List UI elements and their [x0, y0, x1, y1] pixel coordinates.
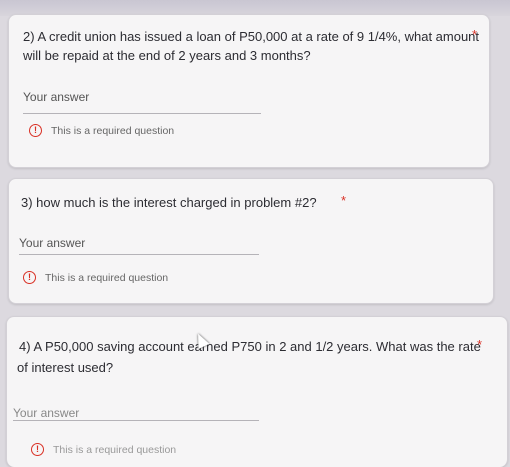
- error-icon: !: [29, 124, 42, 137]
- answer-input-underline: [19, 254, 259, 255]
- answer-input-4[interactable]: Your answer: [13, 406, 79, 420]
- error-message-4: ! This is a required question: [31, 443, 176, 456]
- question-4-text-line1: 4) A P50,000 saving account earned P750 …: [19, 339, 481, 354]
- question-3-text: 3) how much is the interest charged in p…: [21, 195, 317, 210]
- question-card-4: 4) A P50,000 saving account earned P750 …: [6, 316, 508, 467]
- error-icon: !: [31, 443, 44, 456]
- answer-input-underline: [23, 113, 261, 114]
- question-card-2: 2) A credit union has issued a loan of P…: [8, 14, 490, 168]
- error-text: This is a required question: [51, 124, 175, 137]
- error-text: This is a required question: [45, 271, 169, 284]
- required-asterisk: *: [341, 193, 347, 208]
- answer-input-underline: [13, 420, 259, 421]
- required-asterisk: *: [477, 337, 483, 352]
- required-asterisk: *: [472, 27, 478, 42]
- question-4-text-line2: of interest used?: [17, 360, 114, 375]
- error-message-3: ! This is a required question: [23, 271, 168, 284]
- answer-input-2[interactable]: Your answer: [23, 90, 89, 104]
- question-2-text-line2: will be repaid at the end of 2 years and…: [23, 48, 311, 63]
- answer-input-3[interactable]: Your answer: [19, 236, 85, 250]
- error-message-2: ! This is a required question: [29, 124, 174, 137]
- error-text: This is a required question: [53, 443, 177, 456]
- question-2-text-line1: 2) A credit union has issued a loan of P…: [23, 29, 480, 44]
- question-card-3: 3) how much is the interest charged in p…: [8, 178, 494, 304]
- error-icon: !: [23, 271, 36, 284]
